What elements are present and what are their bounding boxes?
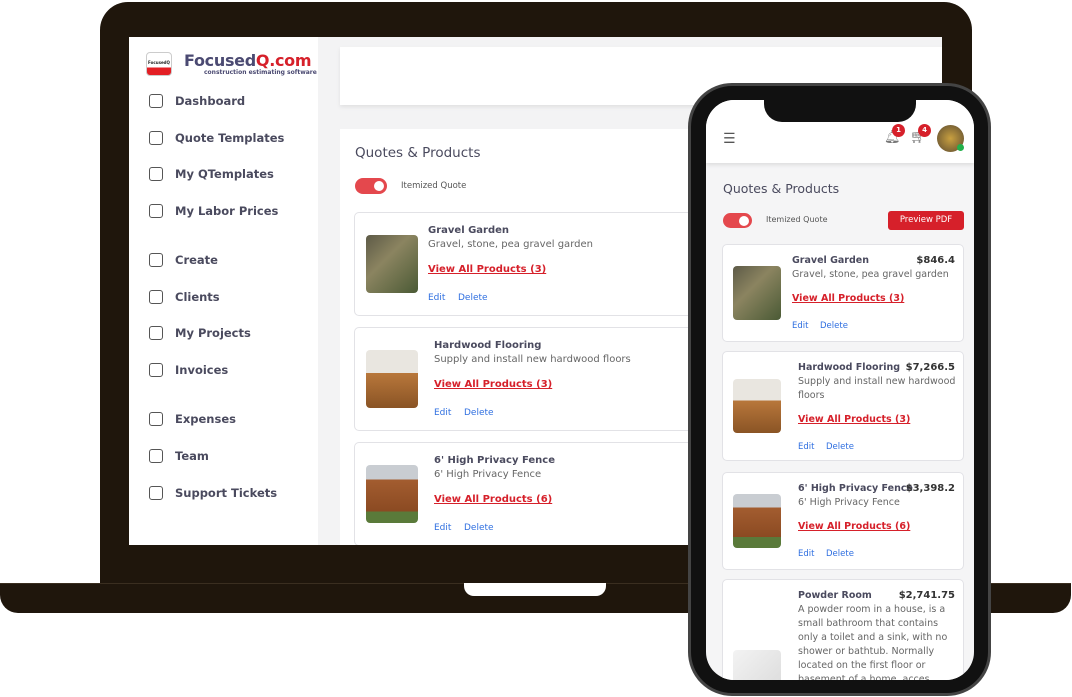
sidebar-item-my-labor-prices[interactable]: My Labor Prices [149, 204, 278, 218]
product-description: Supply and install new hardwood floors [434, 354, 631, 365]
product-name: Hardwood Flooring [798, 362, 901, 373]
sidebar-item-invoices[interactable]: Invoices [149, 363, 228, 377]
product-image [366, 235, 418, 293]
product-price: $7,266.5 [905, 362, 955, 373]
edit-link[interactable]: Edit [792, 321, 808, 331]
cart-badge: 4 [918, 124, 931, 137]
delete-link[interactable]: Delete [826, 442, 854, 452]
edit-link[interactable]: Edit [434, 523, 451, 533]
product-description: Gravel, stone, pea gravel garden [792, 269, 949, 280]
product-name: Powder Room [798, 590, 872, 601]
product-image [733, 266, 781, 320]
product-name: Hardwood Flooring [434, 340, 542, 351]
online-status-dot [957, 144, 964, 151]
sidebar-item-team[interactable]: Team [149, 449, 209, 463]
sidebar-item-quote-templates[interactable]: Quote Templates [149, 131, 284, 145]
preview-pdf-button[interactable]: Preview PDF [888, 211, 964, 230]
sidebar-item-dashboard[interactable]: Dashboard [149, 94, 245, 108]
shopping-bag-icon [149, 131, 163, 145]
edit-link[interactable]: Edit [434, 408, 451, 418]
delete-link[interactable]: Delete [826, 549, 854, 559]
page-title: Quotes & Products [723, 181, 840, 196]
product-card: 6' High Privacy Fence $3,398.2 6' High P… [722, 472, 964, 570]
logo[interactable]: FocusedQ [146, 52, 172, 76]
cart-icon [149, 326, 163, 340]
delete-link[interactable]: Delete [820, 321, 848, 331]
sidebar-item-expenses[interactable]: Expenses [149, 412, 236, 426]
product-card: Powder Room $2,741.75 A powder room in a… [722, 579, 964, 680]
product-image [733, 494, 781, 548]
product-description: Gravel, stone, pea gravel garden [428, 239, 593, 250]
delete-link[interactable]: Delete [458, 293, 488, 303]
product-description: Supply and install new hardwood floors [798, 376, 956, 401]
product-image [366, 350, 418, 408]
delete-link[interactable]: Delete [464, 408, 494, 418]
product-name: 6' High Privacy Fence [798, 483, 913, 494]
brand-name: FocusedQ.com [184, 51, 312, 70]
laptop-notch [464, 583, 606, 596]
sidebar-item-my-projects[interactable]: My Projects [149, 326, 251, 340]
delete-link[interactable]: Delete [464, 523, 494, 533]
itemized-toggle[interactable] [723, 213, 752, 228]
home-icon [149, 94, 163, 108]
edit-link[interactable]: Edit [798, 442, 814, 452]
notification-badge: 1 [892, 124, 905, 137]
product-card: Gravel Garden $846.4 Gravel, stone, pea … [722, 244, 964, 342]
product-image [733, 379, 781, 433]
tagline: construction estimating software [204, 69, 317, 76]
view-all-products-link[interactable]: View All Products (3) [434, 379, 552, 390]
product-description: 6' High Privacy Fence [798, 497, 900, 508]
sidebar-item-create[interactable]: Create [149, 253, 218, 267]
product-price: $846.4 [916, 255, 955, 266]
edit-link[interactable]: Edit [798, 549, 814, 559]
product-name: 6' High Privacy Fence [434, 455, 555, 466]
product-price: $3,398.2 [905, 483, 955, 494]
dollar-icon [149, 412, 163, 426]
product-price: $2,741.75 [898, 590, 955, 601]
page-title: Quotes & Products [355, 145, 481, 161]
product-image [733, 650, 781, 680]
team-icon [149, 449, 163, 463]
edit-link[interactable]: Edit [428, 293, 445, 303]
view-all-products-link[interactable]: View All Products (3) [792, 293, 904, 304]
users-icon [149, 290, 163, 304]
view-all-products-link[interactable]: View All Products (3) [798, 414, 910, 425]
download-icon [149, 167, 163, 181]
menu-icon[interactable]: ☰ [723, 131, 736, 147]
view-all-products-link[interactable]: View All Products (3) [428, 264, 546, 275]
product-description: A powder room in a house, is a small bat… [798, 604, 948, 680]
product-name: Gravel Garden [428, 225, 510, 236]
toggle-label: Itemized Quote [401, 181, 467, 191]
sidebar-item-support-tickets[interactable]: Support Tickets [149, 486, 277, 500]
product-name: Gravel Garden [792, 255, 869, 266]
view-all-products-link[interactable]: View All Products (6) [798, 521, 910, 532]
sidebar: FocusedQ FocusedQ.com construction estim… [129, 37, 318, 545]
plus-circle-icon [149, 253, 163, 267]
product-image [366, 465, 418, 523]
phone-screen: ☰ 🔔︎ 1 🛒︎ 4 Quotes & Products Itemized Q… [706, 100, 974, 680]
itemized-toggle[interactable] [355, 178, 387, 194]
book-icon [149, 363, 163, 377]
sidebar-item-clients[interactable]: Clients [149, 290, 220, 304]
alert-circle-icon [149, 486, 163, 500]
product-card: Hardwood Flooring $7,266.5 Supply and in… [722, 351, 964, 461]
toggle-label: Itemized Quote [766, 215, 828, 224]
product-description: 6' High Privacy Fence [434, 469, 542, 480]
view-all-products-link[interactable]: View All Products (6) [434, 494, 552, 505]
box-icon [149, 204, 163, 218]
sidebar-item-my-qtemplates[interactable]: My QTemplates [149, 167, 274, 181]
phone-notch [764, 96, 916, 122]
